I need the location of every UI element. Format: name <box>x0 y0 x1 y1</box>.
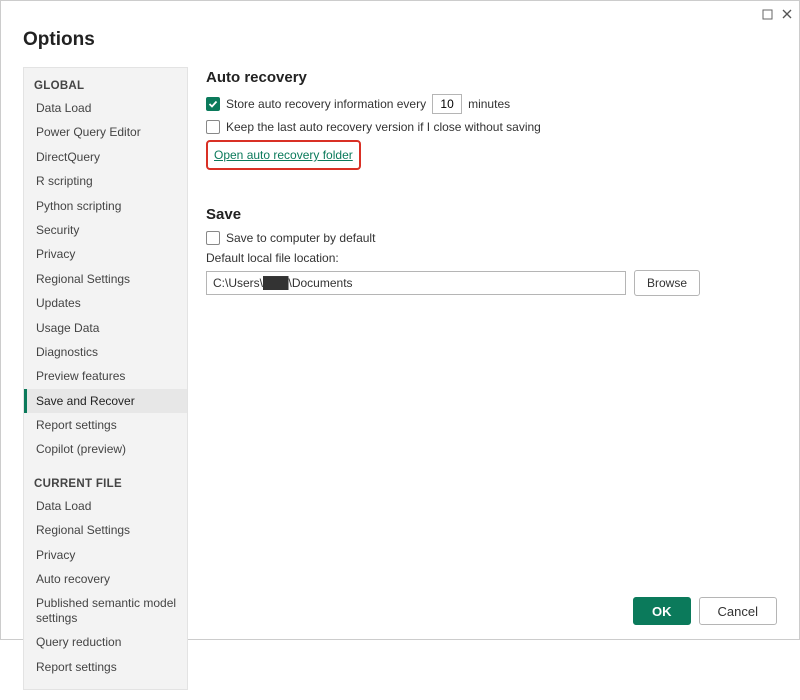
sidebar-item-regional-settings[interactable]: Regional Settings <box>24 267 187 291</box>
keep-last-label: Keep the last auto recovery version if I… <box>226 120 541 134</box>
sidebar-item-data-load[interactable]: Data Load <box>24 96 187 120</box>
store-info-label-prefix: Store auto recovery information every <box>226 97 426 111</box>
sidebar: GLOBAL Data LoadPower Query EditorDirect… <box>23 67 188 690</box>
sidebar-item-directquery[interactable]: DirectQuery <box>24 145 187 169</box>
sidebar-item-regional-settings[interactable]: Regional Settings <box>24 518 187 542</box>
sidebar-heading-global: GLOBAL <box>24 74 187 96</box>
sidebar-item-privacy[interactable]: Privacy <box>24 543 187 567</box>
sidebar-item-privacy[interactable]: Privacy <box>24 242 187 266</box>
sidebar-item-published-semantic-model-settings[interactable]: Published semantic model settings <box>24 591 187 630</box>
sidebar-item-data-load[interactable]: Data Load <box>24 494 187 518</box>
sidebar-item-updates[interactable]: Updates <box>24 291 187 315</box>
open-auto-recovery-folder-link[interactable]: Open auto recovery folder <box>214 148 353 162</box>
default-location-input[interactable] <box>206 271 626 295</box>
minutes-input[interactable] <box>432 94 462 114</box>
sidebar-item-auto-recovery[interactable]: Auto recovery <box>24 567 187 591</box>
save-to-computer-checkbox[interactable] <box>206 231 220 245</box>
sidebar-item-save-and-recover[interactable]: Save and Recover <box>24 389 187 413</box>
section-auto-recovery: Auto recovery <box>206 69 777 86</box>
sidebar-item-r-scripting[interactable]: R scripting <box>24 169 187 193</box>
cancel-button[interactable]: Cancel <box>699 597 777 625</box>
ok-button[interactable]: OK <box>633 597 691 625</box>
close-icon[interactable] <box>781 8 793 20</box>
store-info-label-suffix: minutes <box>468 97 510 111</box>
sidebar-item-preview-features[interactable]: Preview features <box>24 364 187 388</box>
sidebar-item-report-settings[interactable]: Report settings <box>24 413 187 437</box>
store-info-checkbox[interactable] <box>206 97 220 111</box>
sidebar-item-security[interactable]: Security <box>24 218 187 242</box>
sidebar-item-power-query-editor[interactable]: Power Query Editor <box>24 120 187 144</box>
sidebar-item-python-scripting[interactable]: Python scripting <box>24 194 187 218</box>
save-to-computer-label: Save to computer by default <box>226 231 375 245</box>
browse-button[interactable]: Browse <box>634 270 700 296</box>
maximize-icon[interactable] <box>762 9 773 20</box>
sidebar-item-query-reduction[interactable]: Query reduction <box>24 630 187 654</box>
sidebar-item-copilot-preview-[interactable]: Copilot (preview) <box>24 437 187 461</box>
open-folder-highlight: Open auto recovery folder <box>206 140 361 170</box>
sidebar-item-diagnostics[interactable]: Diagnostics <box>24 340 187 364</box>
section-save: Save <box>206 206 777 223</box>
sidebar-item-report-settings[interactable]: Report settings <box>24 655 187 679</box>
default-location-label: Default local file location: <box>206 251 777 265</box>
keep-last-checkbox[interactable] <box>206 120 220 134</box>
sidebar-item-usage-data[interactable]: Usage Data <box>24 316 187 340</box>
page-title: Options <box>23 29 799 51</box>
sidebar-heading-current-file: CURRENT FILE <box>24 472 187 494</box>
